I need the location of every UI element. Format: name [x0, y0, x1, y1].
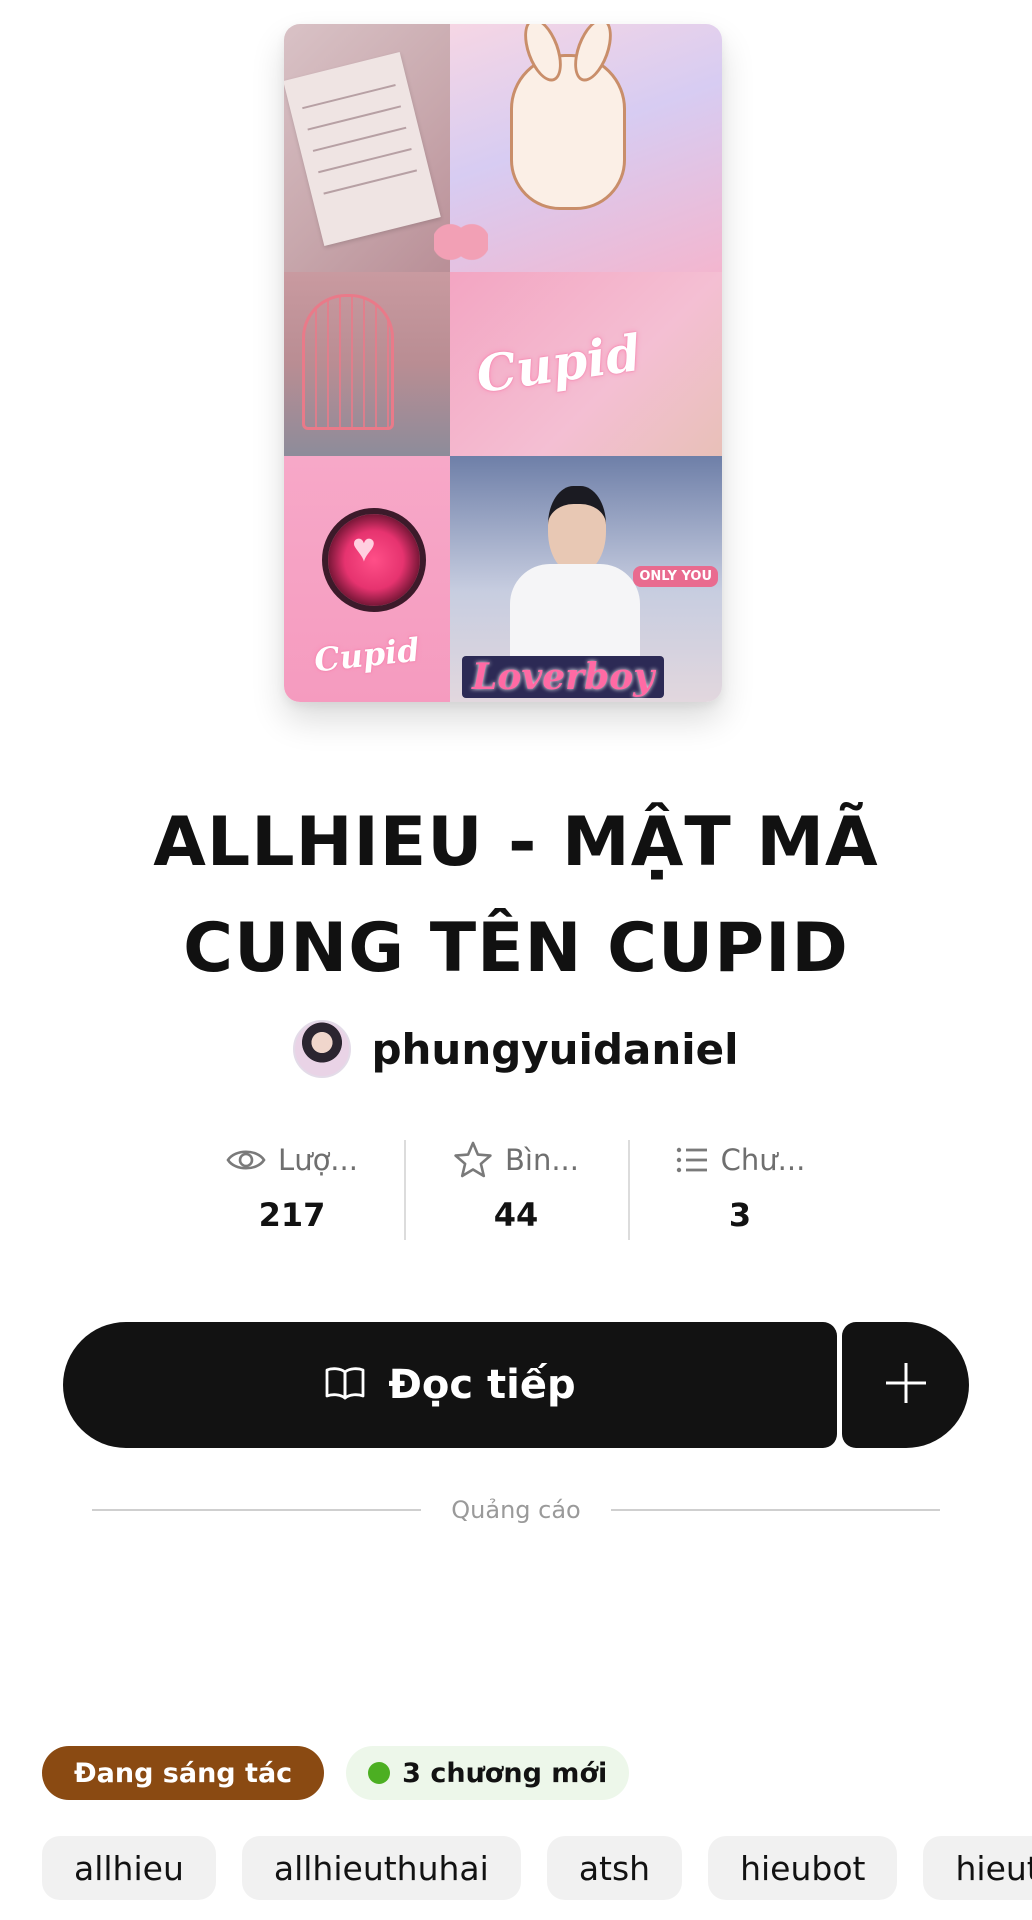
cover-cupid-text: Cupid: [472, 322, 645, 405]
open-book-icon: [324, 1365, 366, 1406]
stat-votes-label-row: Bìn...: [453, 1138, 579, 1182]
ad-label: Quảng cáo: [451, 1496, 581, 1524]
plus-icon: [883, 1360, 929, 1411]
eye-icon: [226, 1146, 266, 1174]
stat-parts-label: Chư...: [720, 1143, 806, 1177]
butterfly-illustration: [434, 220, 488, 264]
ongoing-status-badge: Đang sáng tác: [42, 1746, 325, 1800]
letter-paper: [284, 52, 441, 246]
cover-tile-cage: [284, 272, 450, 456]
stat-parts-label-row: Chư...: [675, 1138, 806, 1182]
story-stats: Lượ... 217 Bìn... 44 Chư... 3: [180, 1138, 852, 1240]
tag-chip[interactable]: allhieu: [42, 1836, 216, 1900]
cover-tile-letters: [284, 24, 450, 272]
story-cover[interactable]: Cupid Cupid ONLY YOU Loverboy: [284, 24, 722, 702]
cover-collage: Cupid Cupid ONLY YOU Loverboy: [284, 24, 722, 702]
story-title: ALLHIEU - MẬT MÃ CUNG TÊN CUPID: [153, 803, 879, 988]
cover-tile-eye: Cupid: [284, 456, 450, 702]
story-status-row: Đang sáng tác 3 chương mới: [42, 1746, 630, 1800]
stat-parts: Chư... 3: [628, 1138, 852, 1240]
continue-reading-button[interactable]: Đọc tiếp: [63, 1322, 837, 1448]
new-chapters-badge: 3 chương mới: [346, 1746, 630, 1800]
cover-tile-portrait: ONLY YOU Loverboy: [450, 456, 722, 702]
birdcage-illustration: [302, 294, 394, 430]
stat-votes: Bìn... 44: [404, 1138, 628, 1240]
stat-parts-value: 3: [728, 1196, 752, 1234]
tag-chip[interactable]: atsh: [546, 1836, 683, 1900]
new-chapters-label: 3 chương mới: [402, 1757, 608, 1789]
cover-tile-bunny: [450, 24, 722, 272]
tag-list[interactable]: allhieu allhieuthuhai atsh hieubot hieut…: [42, 1836, 1032, 1900]
bunny-illustration: [510, 54, 626, 210]
ad-divider: Quảng cáo: [92, 1488, 940, 1532]
ad-divider-line-right: [610, 1509, 940, 1511]
add-to-library-button[interactable]: [842, 1322, 969, 1448]
tag-chip[interactable]: hieubot: [708, 1836, 898, 1900]
cover-tile-cupid: Cupid: [450, 272, 722, 456]
stat-votes-value: 44: [493, 1196, 539, 1234]
portrait-figure: [510, 476, 640, 676]
heart-eye-illustration: [322, 508, 426, 612]
stat-votes-label: Bìn...: [505, 1143, 579, 1177]
ad-divider-line-left: [92, 1509, 422, 1511]
tag-chip[interactable]: allhieuthuhai: [241, 1836, 521, 1900]
continue-reading-label: Đọc tiếp: [388, 1362, 576, 1408]
new-dot-icon: [368, 1762, 391, 1784]
author-name[interactable]: phungyuidaniel: [371, 1025, 738, 1074]
tag-chip[interactable]: hieuth: [923, 1836, 1032, 1900]
author-row[interactable]: phungyuidaniel: [0, 1020, 1032, 1078]
stat-reads-value: 217: [258, 1196, 326, 1234]
author-avatar[interactable]: [293, 1020, 352, 1078]
list-icon: [675, 1145, 709, 1175]
cover-cupid-logo-text: Cupid: [312, 630, 422, 680]
cover-only-you-text: ONLY YOU: [633, 566, 718, 587]
stat-reads-label: Lượ...: [278, 1143, 358, 1177]
cover-loverboy-text: Loverboy: [462, 656, 665, 698]
star-icon: [453, 1140, 493, 1180]
stat-reads: Lượ... 217: [180, 1138, 404, 1238]
stat-reads-label-row: Lượ...: [226, 1138, 358, 1182]
